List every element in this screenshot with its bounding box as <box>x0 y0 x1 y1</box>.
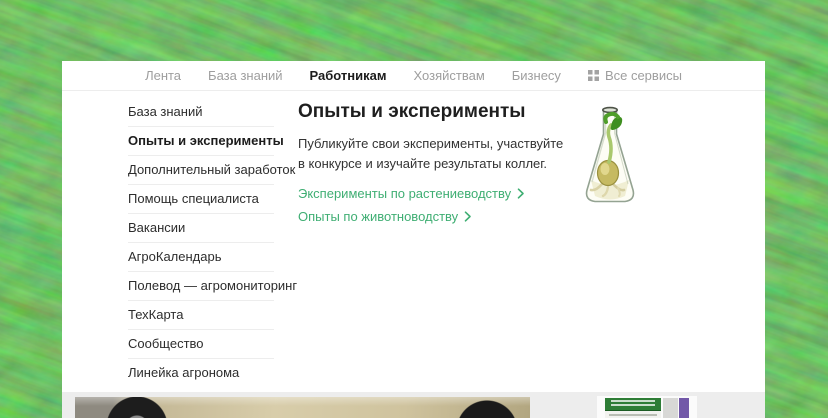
chevron-right-icon <box>464 211 472 222</box>
link-crop-experiments-label: Эксперименты по растениеводству <box>298 186 511 201</box>
nav-item-farms[interactable]: Хозяйствам <box>414 68 485 83</box>
card-body: База знаний Опыты и эксперименты Дополни… <box>62 91 765 392</box>
page-description: Публикуйте свои эксперименты, участвуйте… <box>298 134 570 173</box>
main-content: Опыты и эксперименты Публикуйте свои экс… <box>298 101 598 232</box>
chevron-right-icon <box>517 188 525 199</box>
link-livestock-experiments-label: Опыты по животноводству <box>298 209 458 224</box>
nav-all-services-label: Все сервисы <box>605 68 682 83</box>
grid-icon <box>588 70 599 81</box>
product-box-side <box>663 398 678 418</box>
product-boxes-photo[interactable] <box>597 396 697 418</box>
sidebar-item-knowledge-base[interactable]: База знаний <box>128 98 274 127</box>
sidebar-item-agronomist-ruler[interactable]: Линейка агронома <box>128 359 274 387</box>
nav-item-business[interactable]: Бизнесу <box>512 68 561 83</box>
bottom-section <box>62 392 765 418</box>
sidebar-item-community[interactable]: Сообщество <box>128 330 274 359</box>
product-box-green-header <box>605 398 661 411</box>
nav-item-knowledge-base[interactable]: База знаний <box>208 68 283 83</box>
sidebar-item-polevod-agromonitoring[interactable]: Полевод — агромониторинг <box>128 272 274 301</box>
nav-item-workers[interactable]: Работникам <box>310 68 387 83</box>
flask-illustration <box>578 104 642 214</box>
sidebar-item-vacancies[interactable]: Вакансии <box>128 214 274 243</box>
sidebar-item-extra-income[interactable]: Дополнительный заработок <box>128 156 274 185</box>
sidebar-menu: База знаний Опыты и эксперименты Дополни… <box>128 98 274 387</box>
link-livestock-experiments[interactable]: Опыты по животноводству <box>298 209 598 224</box>
page-title: Опыты и эксперименты <box>298 101 598 123</box>
product-box-purple-stripe <box>679 398 689 418</box>
sidebar-item-experiments[interactable]: Опыты и эксперименты <box>128 127 274 156</box>
link-crop-experiments[interactable]: Эксперименты по растениеводству <box>298 186 598 201</box>
sidebar-item-specialist-help[interactable]: Помощь специалиста <box>128 185 274 214</box>
nav-item-lenta[interactable]: Лента <box>145 68 181 83</box>
product-box-body <box>605 411 661 418</box>
sidebar-item-agrocalendar[interactable]: АгроКалендарь <box>128 243 274 272</box>
top-navigation: Лента База знаний Работникам Хозяйствам … <box>62 61 765 91</box>
sidebar-item-techkarta[interactable]: ТехКарта <box>128 301 274 330</box>
car-photo[interactable] <box>75 397 530 418</box>
content-card: Лента База знаний Работникам Хозяйствам … <box>62 61 765 418</box>
nav-item-all-services[interactable]: Все сервисы <box>588 68 682 83</box>
page: Лента База знаний Работникам Хозяйствам … <box>0 0 828 418</box>
